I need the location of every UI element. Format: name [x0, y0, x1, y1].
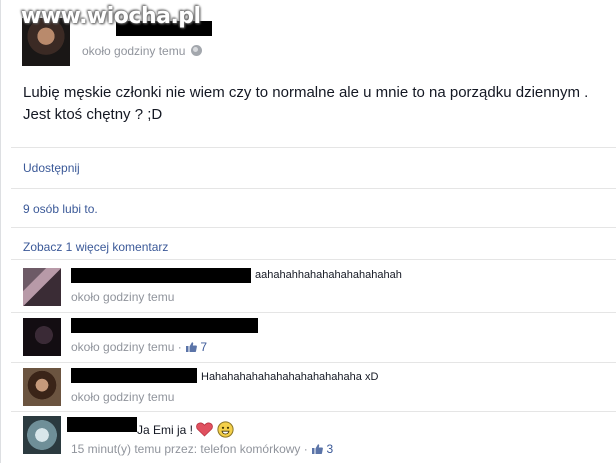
heart-icon — [196, 422, 214, 437]
divider — [11, 259, 616, 260]
comment-timestamp[interactable]: 15 minut(y) temu przez: telefon komórkow… — [71, 442, 333, 456]
comment-item: Ja Emi ja ! 15 minut(y) temu przez: tele… — [23, 416, 613, 456]
commenter-name-redacted — [71, 368, 197, 383]
divider — [11, 147, 616, 148]
post-time-text: około godziny temu — [82, 44, 186, 58]
smile-icon — [217, 421, 234, 438]
commenter-name-redacted — [71, 268, 251, 283]
post-timestamp[interactable]: około godziny temu — [82, 44, 203, 58]
comment-like-count[interactable]: 7 — [200, 340, 207, 354]
comment-meta-text: około godziny temu · — [71, 340, 186, 354]
comment-like-count[interactable]: 3 — [326, 442, 333, 456]
facebook-post: www.wiocha.pl około godziny temu Lubię m… — [0, 0, 616, 463]
comment-text: Hahahahahahahahahahahahaha xD — [201, 371, 379, 383]
globe-icon — [191, 45, 203, 56]
watermark: www.wiocha.pl — [21, 4, 201, 29]
commenter-name-redacted — [71, 318, 258, 333]
commenter-avatar[interactable] — [23, 368, 61, 406]
comment-timestamp[interactable]: około godziny temu — [71, 290, 174, 304]
comment-text: aahahahhahahahahahahahah — [255, 269, 402, 281]
comment-item: około godziny temu · 7 — [23, 318, 613, 358]
comment-meta-text: około godziny temu — [71, 390, 175, 404]
thumb-up-icon[interactable] — [185, 341, 197, 353]
comment-item: Hahahahahahahahahahahahaha xD około godz… — [23, 368, 613, 408]
thumb-up-icon[interactable] — [311, 443, 324, 455]
comment-item: aahahahhahahahahahahahah około godziny t… — [23, 268, 613, 308]
commenter-avatar[interactable] — [23, 318, 61, 356]
divider — [11, 188, 616, 189]
comment-timestamp[interactable]: około godziny temu — [71, 390, 174, 404]
share-link[interactable]: Udostępnij — [23, 161, 80, 175]
view-more-comments-link[interactable]: Zobacz 1 więcej komentarz — [23, 240, 168, 254]
divider — [11, 362, 616, 363]
divider — [11, 227, 616, 228]
comment-meta-text: 15 minut(y) temu przez: telefon komórkow… — [71, 442, 312, 456]
comment-text-row: Ja Emi ja ! — [137, 421, 234, 438]
commenter-name-redacted — [67, 417, 137, 432]
commenter-avatar[interactable] — [23, 268, 61, 306]
divider — [11, 312, 616, 313]
comment-text: Ja Emi ja ! — [137, 423, 194, 437]
post-body: Lubię męskie członki nie wiem czy to nor… — [23, 84, 589, 123]
comment-meta-text: około godziny temu — [71, 290, 175, 304]
divider — [11, 411, 616, 412]
likes-summary[interactable]: 9 osób lubi to. — [23, 202, 98, 216]
comment-timestamp[interactable]: około godziny temu · 7 — [71, 340, 207, 354]
commenter-avatar[interactable] — [23, 416, 61, 454]
